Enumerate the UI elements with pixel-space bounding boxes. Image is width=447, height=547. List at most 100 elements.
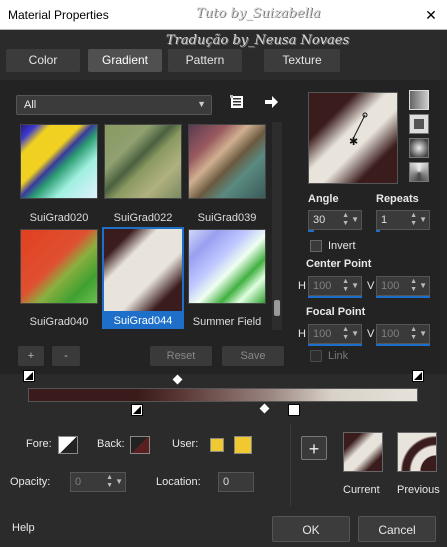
repeats-input[interactable]: 1 ▲ ▼ ▼ xyxy=(376,210,430,230)
remove-gradient-button[interactable]: - xyxy=(52,346,80,366)
gradient-thumb-suigrad020[interactable] xyxy=(20,124,98,199)
center-v-input[interactable]: 100 ▲ ▼ ▼ xyxy=(376,276,430,296)
gradient-label: SuiGrad039 xyxy=(197,212,257,224)
center-h-label: H xyxy=(298,280,306,292)
back-label: Back: xyxy=(97,438,125,450)
chevron-down-icon[interactable]: ▼ xyxy=(351,281,359,290)
spin-arrows-icon[interactable]: ▲ ▼ xyxy=(410,212,417,228)
chevron-down-icon[interactable]: ▼ xyxy=(419,281,427,290)
fore-label: Fore: xyxy=(26,438,52,450)
radial-style-icon[interactable] xyxy=(409,162,429,182)
focal-h-input[interactable]: 100 ▲ ▼ ▼ xyxy=(308,324,362,344)
chevron-down-icon[interactable]: ▼ xyxy=(351,215,359,224)
focal-point-label: Focal Point xyxy=(306,306,366,318)
back-swatch[interactable] xyxy=(130,436,150,454)
gradient-thumb-suigrad022[interactable] xyxy=(104,124,182,199)
rectangular-style-icon[interactable] xyxy=(409,114,429,134)
sunburst-style-icon[interactable] xyxy=(409,138,429,158)
watermark-line-2: Tradução by_Neusa Novaes xyxy=(166,33,350,48)
center-h-input[interactable]: 100 ▲ ▼ ▼ xyxy=(308,276,362,296)
gradient-bar[interactable] xyxy=(28,388,418,402)
window-title: Material Properties xyxy=(8,8,109,22)
tab-texture[interactable]: Texture xyxy=(264,49,340,72)
center-point-label: Center Point xyxy=(306,258,372,270)
focal-v-value: 100 xyxy=(381,328,400,340)
spin-arrows-icon[interactable]: ▲ ▼ xyxy=(342,278,349,294)
color-stop-marker-icon[interactable] xyxy=(288,404,300,416)
angle-input[interactable]: 30 ▲ ▼ ▼ xyxy=(308,210,362,230)
cancel-button[interactable]: Cancel xyxy=(358,516,436,542)
invert-label: Invert xyxy=(328,240,356,252)
color-stop-marker-icon[interactable] xyxy=(131,404,143,416)
fore-swatch[interactable] xyxy=(58,436,78,454)
start-marker-icon[interactable] xyxy=(23,370,35,382)
center-h-value: 100 xyxy=(313,280,332,292)
arrow-right-icon[interactable] xyxy=(262,94,280,112)
library-scrollbar[interactable] xyxy=(272,122,282,330)
save-button[interactable]: Save xyxy=(222,346,284,366)
divider xyxy=(290,424,291,506)
focal-h-label: H xyxy=(298,328,306,340)
spin-arrows-icon[interactable]: ▲ ▼ xyxy=(410,278,417,294)
link-checkbox[interactable] xyxy=(310,350,322,362)
focal-v-input[interactable]: 100 ▲ ▼ ▼ xyxy=(376,324,430,344)
user-swatch[interactable] xyxy=(234,436,252,454)
add-swatch-button[interactable]: + xyxy=(301,436,327,460)
ok-button[interactable]: OK xyxy=(272,516,350,542)
previous-label: Previous xyxy=(397,484,440,496)
center-v-value: 100 xyxy=(381,280,400,292)
spin-arrows-icon[interactable]: ▲ ▼ xyxy=(342,212,349,228)
gradient-label-selected: SuiGrad044 xyxy=(102,313,184,329)
chevron-down-icon[interactable]: ▼ xyxy=(351,329,359,338)
file-manager-icon[interactable] xyxy=(228,94,246,112)
tab-color[interactable]: Color xyxy=(6,49,80,72)
gradient-thumb-summer-field[interactable] xyxy=(188,229,266,304)
repeats-label: Repeats xyxy=(376,193,419,205)
gradient-thumb-suigrad044[interactable] xyxy=(102,227,184,313)
midpoint-diamond-icon[interactable] xyxy=(172,374,183,385)
focal-v-label: V xyxy=(367,328,375,340)
focal-v-progress xyxy=(376,344,430,346)
repeats-progress xyxy=(376,230,380,232)
help-link[interactable]: Help xyxy=(12,522,35,534)
opacity-input[interactable]: 0 ▲ ▼ ▼ xyxy=(70,472,126,492)
center-h-progress xyxy=(308,296,362,298)
gradient-thumb-suigrad039[interactable] xyxy=(188,124,266,199)
add-gradient-button[interactable]: + xyxy=(18,346,44,366)
gradient-label: SuiGrad022 xyxy=(113,212,173,224)
tab-pattern[interactable]: Pattern xyxy=(168,49,242,72)
current-swatch xyxy=(343,432,383,472)
gradient-label: SuiGrad040 xyxy=(29,316,89,328)
close-button[interactable]: ✕ xyxy=(415,0,447,30)
tab-gradient[interactable]: Gradient xyxy=(88,49,162,72)
angle-value: 30 xyxy=(313,214,326,226)
gradient-preview[interactable]: ✱ xyxy=(308,92,398,184)
location-input[interactable]: 0 xyxy=(218,472,254,492)
watermark-line-1: Tuto by_Suizabella xyxy=(196,6,321,21)
midpoint-diamond-icon[interactable] xyxy=(259,403,270,414)
repeats-value: 1 xyxy=(381,214,388,226)
chevron-down-icon[interactable]: ▼ xyxy=(115,477,123,486)
user-swatch-small[interactable] xyxy=(210,438,224,452)
gradient-thumb-suigrad040[interactable] xyxy=(20,229,98,304)
current-label: Current xyxy=(343,484,380,496)
spin-arrows-icon[interactable]: ▲ ▼ xyxy=(106,474,113,490)
chevron-down-icon[interactable]: ▼ xyxy=(419,215,427,224)
location-value: 0 xyxy=(223,476,230,488)
invert-checkbox[interactable] xyxy=(310,240,322,252)
linear-style-icon[interactable] xyxy=(409,90,429,110)
category-select[interactable]: All ▼ xyxy=(16,95,212,115)
spin-arrows-icon[interactable]: ▲ ▼ xyxy=(410,326,417,342)
chevron-down-icon[interactable]: ▼ xyxy=(419,329,427,338)
chevron-down-icon: ▼ xyxy=(197,99,206,109)
user-label: User: xyxy=(172,438,199,450)
angle-label: Angle xyxy=(308,193,339,205)
reset-button[interactable]: Reset xyxy=(150,346,212,366)
gradient-label: SuiGrad020 xyxy=(29,212,89,224)
spin-arrows-icon[interactable]: ▲ ▼ xyxy=(342,326,349,342)
opacity-label: Opacity: xyxy=(10,476,51,488)
svg-text:✱: ✱ xyxy=(349,135,358,148)
end-marker-icon[interactable] xyxy=(412,370,424,382)
link-label: Link xyxy=(328,350,349,362)
library-scrollbar-thumb[interactable] xyxy=(274,300,280,316)
